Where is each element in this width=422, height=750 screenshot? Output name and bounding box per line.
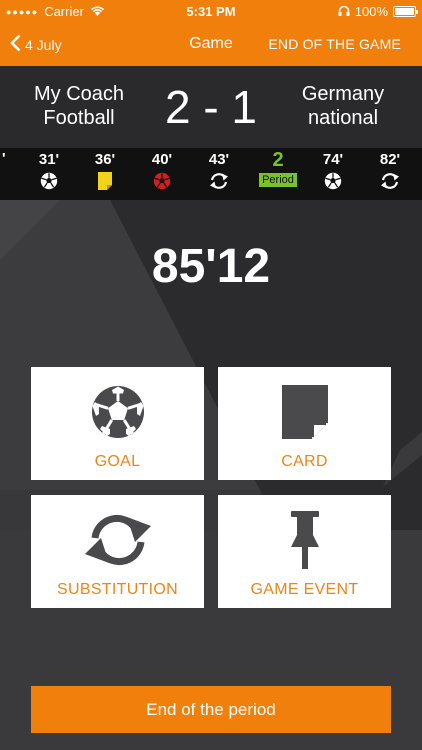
timeline-event[interactable]: 40' [145,150,179,194]
game-event-label: GAME EVENT [250,581,359,598]
home-team-line1: My Coach [33,83,125,105]
home-team-name: My Coach Football [14,82,144,130]
end-of-game-button[interactable]: END OF THE GAME [268,36,401,52]
match-score: 2 - 1 [164,81,258,133]
timeline-event[interactable]: 36' [88,150,122,194]
game-event-button[interactable]: GAME EVENT [218,495,391,608]
timeline-lead-tick: ' [2,150,6,167]
top-bar: ●●●●● Carrier 5:31 PM 100% 4 July Game E… [0,0,422,66]
substitution-button[interactable]: SUBSTITUTION [31,495,204,608]
goal-ball-icon [316,172,350,194]
event-minute: 43' [208,151,230,168]
soccer-ball-icon [90,379,146,445]
scoreboard: My Coach Football 2 - 1 Germany national [0,66,422,148]
event-minute: 82' [379,151,401,168]
headphones-icon [338,4,350,19]
timeline-event[interactable]: 82' [373,150,407,194]
card-button[interactable]: CARD [218,367,391,480]
home-team-line2: Football [43,107,115,129]
card-icon [281,379,328,445]
event-minute: 36' [94,151,116,168]
event-minute: 74' [322,151,344,168]
chevron-left-icon [10,34,21,55]
substitution-icon [373,172,407,194]
timeline-period-marker[interactable]: 2 Period [255,150,301,188]
status-bar: ●●●●● Carrier 5:31 PM 100% [0,0,422,22]
battery-percent: 100% [354,4,388,19]
nav-bar: 4 July Game END OF THE GAME [0,22,422,66]
period-badge: Period [259,173,297,187]
away-team-line2: national [307,107,379,129]
card-label: CARD [281,453,328,470]
timeline-event[interactable]: 43' [202,150,236,194]
red-ball-icon [145,172,179,194]
pushpin-icon [287,507,323,573]
away-team-name: Germany national [278,82,408,130]
substitution-icon [202,172,236,194]
timeline-event[interactable]: 74' [316,150,350,194]
timeline-event[interactable]: 31' [32,150,66,194]
game-panel: 85'12 GOAL CARD SUBSTITUTION GAME EVENT … [0,200,422,750]
event-timeline[interactable]: ' 31' 36' 40' 43' 2 Period 74' 82' [0,148,422,200]
battery-icon [393,6,418,17]
period-number: 2 [272,149,284,171]
goal-ball-icon [32,172,66,194]
back-label: 4 July [25,36,62,53]
event-minute: 31' [38,151,60,168]
goal-label: GOAL [94,453,141,470]
substitution-icon [83,507,153,573]
substitution-label: SUBSTITUTION [57,581,178,598]
away-team-line1: Germany [301,83,385,105]
end-of-period-button[interactable]: End of the period [31,686,391,733]
yellow-card-icon [88,172,122,194]
match-timer: 85'12 [151,240,271,293]
back-button[interactable]: 4 July [10,34,62,55]
goal-button[interactable]: GOAL [31,367,204,480]
event-minute: 40' [151,151,173,168]
